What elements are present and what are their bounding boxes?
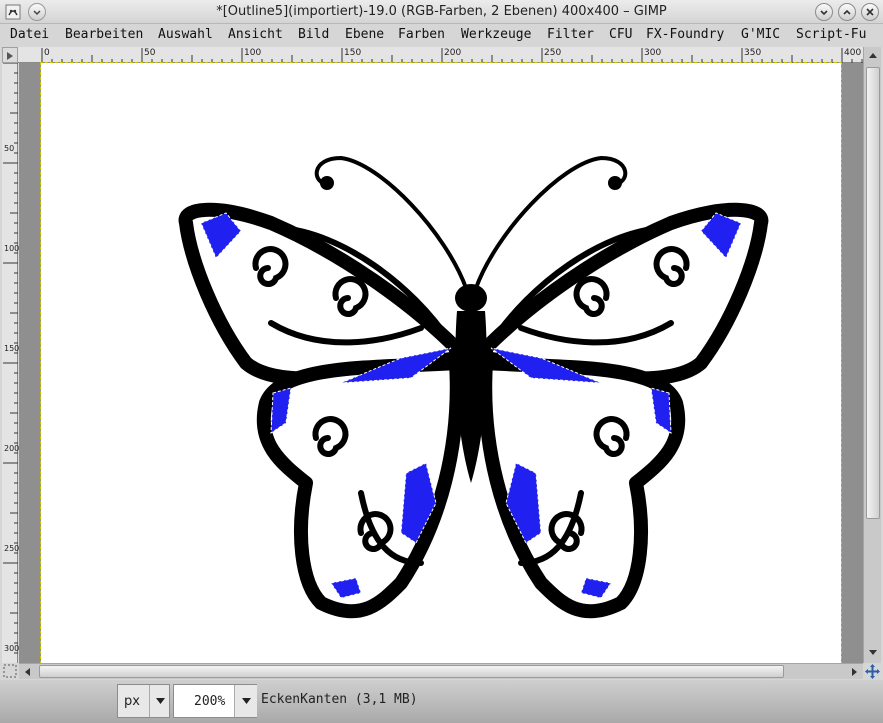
quick-mask-icon[interactable] — [2, 663, 18, 679]
play-icon — [7, 52, 13, 60]
butterfly-body — [455, 311, 487, 483]
zoom-field[interactable]: 200% — [173, 684, 257, 718]
chevron-down-icon — [156, 698, 165, 704]
menu-filter[interactable]: Filter — [547, 27, 594, 42]
ruler-ticks — [3, 63, 18, 654]
menu-bearbeiten[interactable]: Bearbeiten — [65, 27, 143, 42]
butterfly-head — [455, 284, 487, 312]
unit-value: px — [124, 694, 140, 709]
menu-cfu[interactable]: CFU — [609, 27, 632, 42]
ruler-label: 50 — [144, 48, 156, 58]
horizontal-scroll-thumb[interactable] — [39, 665, 784, 678]
window-title: *[Outline5](importiert)-19.0 (RGB-Farben… — [216, 4, 667, 19]
ruler-label: 200 — [444, 48, 462, 58]
horizontal-scrollbar[interactable] — [19, 663, 863, 679]
navigate-icon[interactable] — [864, 663, 881, 680]
status-message: EckenKanten (3,1 MB) — [261, 692, 418, 707]
ruler-label: 150 — [344, 48, 362, 58]
ruler-label: 200 — [4, 444, 20, 453]
butterfly-image — [178, 155, 769, 619]
menu-fx-foundry[interactable]: FX-Foundry — [646, 27, 724, 42]
menu-gmic[interactable]: G'MIC — [741, 27, 780, 42]
menu-ebene[interactable]: Ebene — [345, 27, 384, 42]
maximize-button[interactable] — [838, 3, 856, 21]
vertical-ruler[interactable]: 50 100 150 200 250 300 — [2, 63, 20, 663]
status-bar: px 200% EckenKanten (3,1 MB) — [0, 680, 883, 723]
canvas-area[interactable] — [19, 62, 863, 664]
ruler-label: 0 — [44, 48, 50, 58]
chevron-down-icon — [242, 698, 251, 704]
menu-ansicht[interactable]: Ansicht — [228, 27, 283, 42]
scroll-down-icon[interactable] — [866, 645, 880, 659]
ruler-label: 400 — [844, 48, 862, 58]
unit-select[interactable]: px — [117, 684, 170, 718]
menu-bar: Datei Bearbeiten Auswahl Ansicht Bild Eb… — [0, 24, 883, 46]
image-canvas[interactable] — [40, 62, 842, 664]
menu-auswahl[interactable]: Auswahl — [158, 27, 213, 42]
chevron-up-icon — [843, 9, 851, 15]
ruler-label: 250 — [4, 544, 20, 553]
close-icon — [866, 8, 874, 16]
ruler-corner-button[interactable] — [2, 47, 18, 63]
close-button[interactable] — [861, 3, 879, 21]
unit-dropdown-button[interactable] — [149, 685, 170, 717]
zoom-dropdown-button[interactable] — [234, 685, 257, 717]
title-bar: *[Outline5](importiert)-19.0 (RGB-Farben… — [0, 0, 883, 24]
ruler-label: 250 — [544, 48, 562, 58]
ruler-label: 300 — [4, 644, 20, 653]
menu-datei[interactable]: Datei — [10, 27, 49, 42]
menu-bild[interactable]: Bild — [298, 27, 329, 42]
ruler-label: 150 — [4, 344, 20, 353]
menu-farben[interactable]: Farben — [398, 27, 445, 42]
ruler-label: 50 — [4, 144, 15, 153]
vertical-scrollbar[interactable] — [863, 47, 881, 663]
scroll-right-icon[interactable] — [847, 665, 861, 679]
vertical-scroll-thumb[interactable] — [866, 67, 880, 519]
menu-werkzeuge[interactable]: Werkzeuge — [461, 27, 531, 42]
scroll-up-icon[interactable] — [866, 49, 880, 63]
chevron-down-icon — [820, 10, 828, 16]
minimize-button[interactable] — [815, 3, 833, 21]
ruler-label: 350 — [744, 48, 762, 58]
ruler-label: 100 — [244, 48, 262, 58]
scroll-left-icon[interactable] — [21, 665, 35, 679]
ruler-label: 100 — [4, 244, 20, 253]
zoom-value[interactable]: 200% — [194, 694, 225, 709]
ruler-label: 300 — [644, 48, 662, 58]
horizontal-ruler[interactable]: 0 50 100 150 200 250 300 350 400 — [18, 47, 863, 63]
menu-script-fu[interactable]: Script-Fu — [796, 27, 866, 42]
